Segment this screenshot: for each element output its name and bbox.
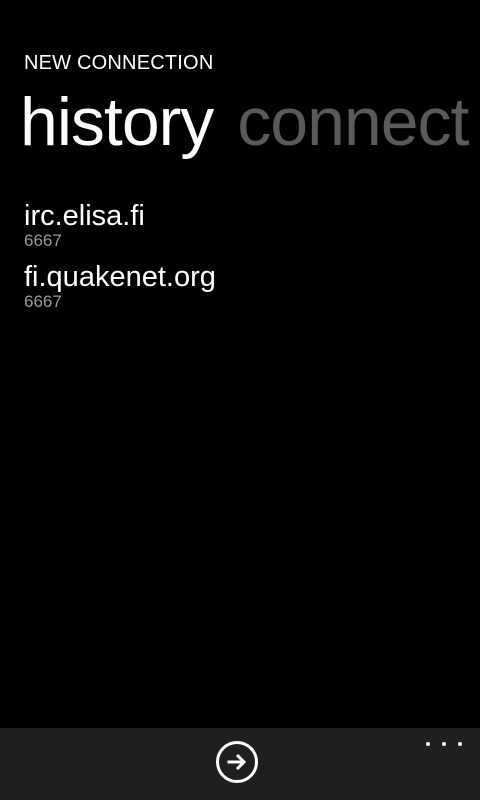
pivot-header-strip: history connect — [20, 82, 480, 162]
pivot-tab-connect[interactable]: connect — [237, 82, 469, 162]
history-item-irc-elisa[interactable]: irc.elisa.fi 6667 — [24, 196, 464, 257]
connect-button[interactable] — [216, 741, 258, 783]
server-port: 6667 — [24, 231, 62, 250]
history-item-quakenet[interactable]: fi.quakenet.org 6667 — [24, 257, 464, 318]
pivot-tab-history[interactable]: history — [20, 82, 214, 162]
server-name: irc.elisa.fi — [24, 200, 145, 232]
ellipsis-icon — [426, 742, 430, 746]
ellipsis-icon-dot — [442, 742, 446, 746]
server-port: 6667 — [24, 292, 62, 311]
arrow-right-icon — [227, 753, 247, 771]
ellipsis-icon-dot — [458, 742, 462, 746]
history-list: irc.elisa.fi 6667 fi.quakenet.org 6667 — [24, 196, 464, 318]
app-title: NEW CONNECTION — [24, 52, 214, 74]
app-bar — [0, 728, 480, 800]
server-name: fi.quakenet.org — [24, 261, 216, 293]
more-options-button[interactable] — [426, 734, 462, 754]
